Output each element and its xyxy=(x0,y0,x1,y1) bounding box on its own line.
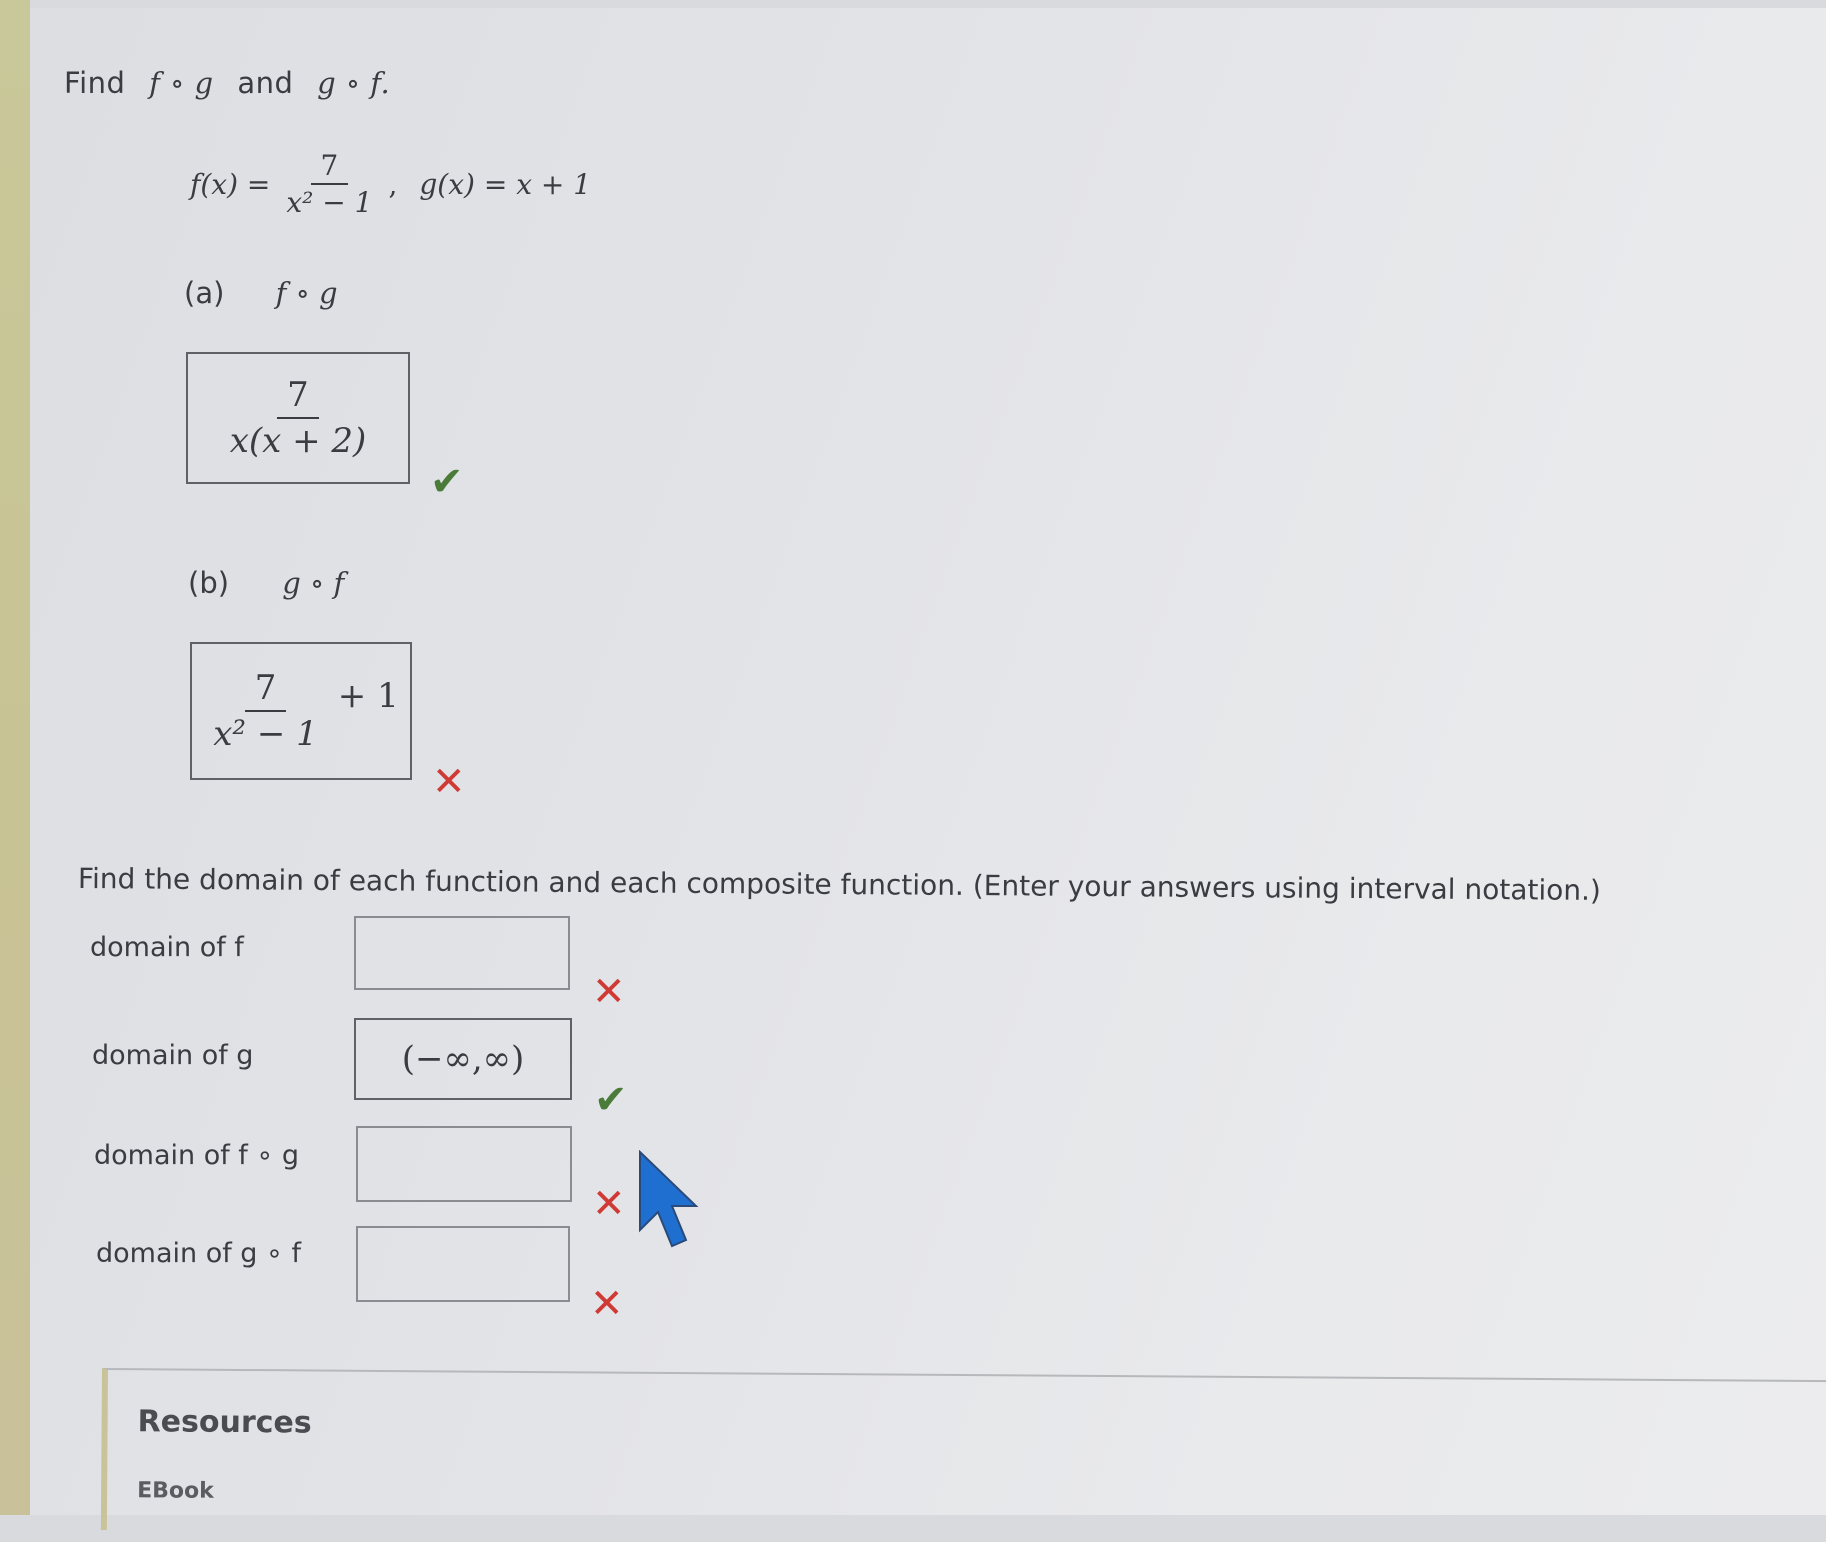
part-a-label: (a) xyxy=(184,276,225,310)
domain-g-input[interactable]: (−∞,∞) xyxy=(354,1018,572,1100)
function-definitions: f(x) = 7 x² − 1 , g(x) = x + 1 xyxy=(190,148,591,220)
domain-g-checkmark-icon: ✔ xyxy=(594,1077,628,1123)
domain-gf-x-mark-icon: ✕ xyxy=(590,1281,624,1327)
part-a-header: (a) f ∘ g xyxy=(184,276,338,310)
domain-f-label: domain of f xyxy=(90,932,244,963)
resources-title: Resources xyxy=(137,1404,312,1441)
prompt-gf: g ∘ f. xyxy=(317,66,391,100)
domain-f-input[interactable] xyxy=(354,916,570,990)
prompt-and: and xyxy=(237,66,294,100)
part-b-answer-fraction: 7 x² − 1 xyxy=(203,666,328,756)
domain-g-label: domain of g xyxy=(92,1040,253,1071)
f-fraction: 7 x² − 1 xyxy=(276,148,382,220)
domain-f-label-text: domain of f xyxy=(90,932,244,963)
domain-g-label-text: domain of g xyxy=(92,1040,254,1071)
domain-fg-label-text: domain of f ∘ g xyxy=(94,1140,300,1171)
left-edge-strip xyxy=(0,0,30,1515)
domain-gf-label: domain of g ∘ f xyxy=(96,1238,301,1269)
part-b-expr: g ∘ f xyxy=(282,566,345,600)
resources-section: Resources EBook xyxy=(100,1368,1826,1542)
part-b-answer-denominator: x² − 1 xyxy=(213,714,318,754)
part-a-answer-denominator: x(x + 2) xyxy=(229,421,367,461)
part-b-x-mark-icon: ✕ xyxy=(432,759,466,805)
part-a-answer-numerator: 7 xyxy=(277,373,319,419)
ebook-link[interactable]: EBook xyxy=(137,1478,214,1504)
prompt-fg: f ∘ g xyxy=(149,66,214,100)
part-a-expr: f ∘ g xyxy=(275,276,338,310)
domain-gf-label-text: domain of g ∘ f xyxy=(96,1238,302,1269)
f-numerator: 7 xyxy=(310,148,349,185)
part-b-answer-box[interactable]: 7 x² − 1 + 1 xyxy=(190,642,412,780)
f-lhs: f(x) = xyxy=(190,167,271,201)
mouse-cursor-icon xyxy=(639,1150,699,1248)
part-b-label: (b) xyxy=(188,566,230,600)
domain-f-x-mark-icon: ✕ xyxy=(592,969,626,1015)
question-prompt: Find f ∘ g and g ∘ f. xyxy=(64,66,390,100)
def-separator: , xyxy=(388,167,398,201)
domain-g-value: (−∞,∞) xyxy=(401,1039,525,1079)
domain-gf-input[interactable] xyxy=(356,1226,570,1302)
domain-fg-input[interactable] xyxy=(356,1126,572,1202)
part-a-answer-fraction: 7 x(x + 2) xyxy=(220,373,377,463)
g-definition: g(x) = x + 1 xyxy=(419,167,592,201)
part-a-checkmark-icon: ✔ xyxy=(430,459,464,505)
f-denominator: x² − 1 xyxy=(286,186,373,219)
part-a-answer-box[interactable]: 7 x(x + 2) xyxy=(186,352,410,484)
part-b-answer-numerator: 7 xyxy=(244,666,287,712)
part-b-header: (b) g ∘ f xyxy=(188,566,344,600)
domain-fg-label: domain of f ∘ g xyxy=(94,1140,299,1171)
prompt-find: Find xyxy=(64,66,126,100)
domain-fg-x-mark-icon: ✕ xyxy=(592,1181,626,1227)
part-b-answer-tail: + 1 xyxy=(337,676,399,716)
